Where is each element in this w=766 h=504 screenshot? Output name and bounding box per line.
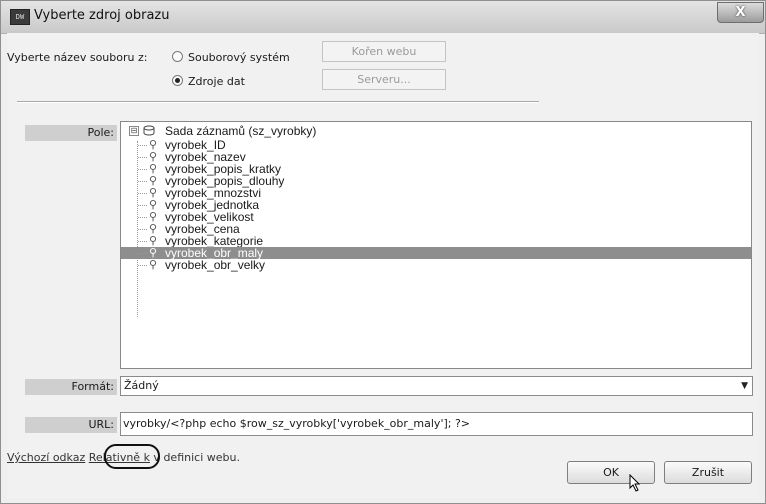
dreamweaver-app-icon: DW	[10, 9, 30, 25]
pin-icon: ⚲	[149, 199, 158, 211]
source-label: Vyberte název souboru z:	[7, 51, 148, 64]
tree-branch-line	[138, 145, 147, 146]
dialog-window: DW Vyberte zdroj obrazu X Vyberte název …	[0, 0, 766, 504]
site-root-button[interactable]: Kořen webu	[322, 41, 446, 62]
format-label: Formát:	[25, 379, 117, 395]
cancel-button[interactable]: Zrušit	[664, 461, 752, 484]
url-label: URL:	[25, 417, 117, 433]
mouse-pointer-icon	[629, 474, 641, 492]
fields-tree[interactable]: ⊟ Sada záznamů (sz_vyrobky) ⚲ vyrobek_ID ⚲…	[120, 121, 752, 369]
tree-branch-line	[138, 265, 147, 266]
url-input[interactable]: vyrobky/<?php echo $row_sz_vyrobky['vyro…	[120, 412, 753, 436]
format-select[interactable]: Žádný ▼	[120, 376, 753, 396]
pin-icon: ⚲	[149, 223, 158, 235]
radio-file-system[interactable]	[172, 51, 183, 62]
tree-branch-line	[138, 193, 147, 194]
format-value: Žádný	[124, 379, 159, 392]
collapse-toggle-icon[interactable]: ⊟	[129, 126, 139, 136]
pin-icon: ⚲	[149, 235, 158, 247]
pin-icon: ⚲	[149, 139, 158, 151]
dialog-title: Vyberte zdroj obrazu	[34, 8, 170, 23]
dialog-content: Vyberte název souboru z: Souborový systé…	[7, 33, 759, 499]
tree-branch-line	[138, 169, 147, 170]
field-item-label: vyrobek_obr_velky	[165, 258, 266, 272]
pin-icon: ⚲	[149, 163, 158, 175]
fields-label: Pole:	[25, 125, 117, 141]
field-item[interactable]: ⚲ vyrobek_obr_velky	[121, 259, 751, 271]
tree-branch-line	[138, 181, 147, 182]
default-link-suffix: v definici webu.	[149, 451, 240, 464]
pin-icon: ⚲	[149, 187, 158, 199]
tree-branch-line	[138, 217, 147, 218]
close-button[interactable]: X	[717, 2, 764, 23]
title-bar[interactable]: DW Vyberte zdroj obrazu X	[1, 1, 765, 34]
tree-branch-line	[138, 157, 147, 158]
radio-data-sources[interactable]	[172, 75, 183, 86]
separator	[17, 101, 539, 103]
tree-branch-line	[138, 241, 147, 242]
tree-branch-line	[138, 229, 147, 230]
radio-file-system-label[interactable]: Souborový systém	[188, 51, 290, 64]
recordset-label[interactable]: Sada záznamů (sz_vyrobky)	[165, 124, 316, 138]
pin-icon: ⚲	[149, 247, 158, 259]
recordset-icon	[143, 125, 155, 139]
pin-icon: ⚲	[149, 151, 158, 163]
chevron-down-icon[interactable]: ▼	[741, 377, 748, 395]
pin-icon: ⚲	[149, 211, 158, 223]
tree-branch-line	[138, 253, 147, 254]
default-link-prefix[interactable]: Výchozí odkaz	[7, 451, 85, 464]
pin-icon: ⚲	[149, 175, 158, 187]
tree-branch-line	[138, 205, 147, 206]
pin-icon: ⚲	[149, 259, 158, 271]
radio-data-sources-label[interactable]: Zdroje dat	[188, 75, 245, 88]
annotation-circle	[104, 444, 160, 469]
server-button[interactable]: Serveru...	[322, 69, 446, 90]
